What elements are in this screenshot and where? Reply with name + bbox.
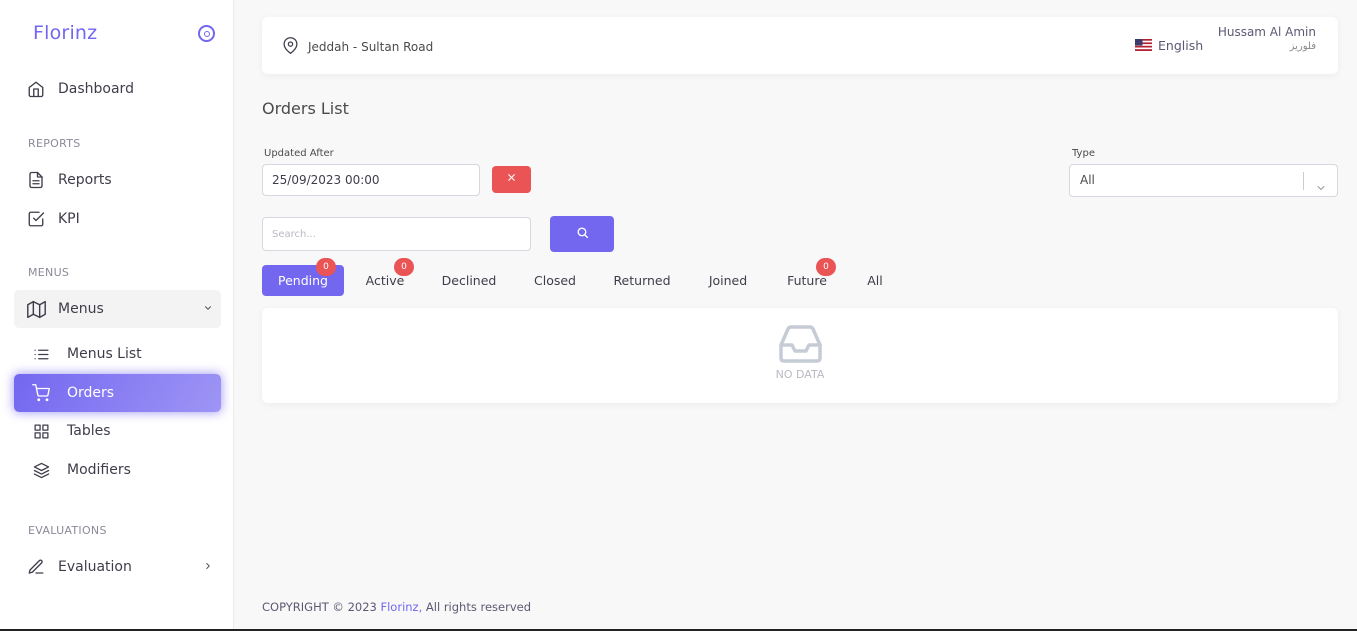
copyright-text: COPYRIGHT © 2023 — [262, 600, 381, 614]
map-pin-icon — [282, 36, 299, 59]
chevron-down-icon — [1315, 175, 1327, 206]
sidebar-item-label: Modifiers — [67, 462, 131, 478]
shopping-cart-icon — [31, 383, 51, 403]
collapse-toggle-icon[interactable] — [198, 25, 215, 42]
sidebar-item-menus-list[interactable]: Menus List — [14, 335, 221, 373]
section-menus: MENUS — [28, 266, 70, 279]
select-separator — [1303, 172, 1304, 190]
tab-all[interactable]: All — [862, 265, 888, 296]
map-icon — [26, 299, 46, 319]
file-text-icon — [26, 170, 46, 190]
type-label: Type — [1072, 148, 1095, 159]
clear-date-button[interactable] — [492, 166, 531, 193]
type-select[interactable]: All — [1069, 164, 1338, 197]
tab-joined[interactable]: Joined — [704, 265, 752, 296]
sidebar-item-label: KPI — [58, 211, 80, 227]
edit-pen-icon — [26, 557, 46, 577]
sidebar: Florinz Dashboard REPORTS Reports KPI ME… — [0, 0, 234, 631]
tab-returned[interactable]: Returned — [612, 265, 672, 296]
sidebar-item-label: Evaluation — [58, 559, 132, 575]
sidebar-item-tables[interactable]: Tables — [14, 412, 221, 450]
user-name[interactable]: Hussam Al Amin — [1218, 25, 1316, 39]
orders-empty-state: NO DATA — [262, 308, 1338, 403]
sidebar-item-label: Menus — [58, 301, 104, 317]
footer-brand-link[interactable]: Florinz, — [381, 600, 423, 614]
sidebar-item-orders[interactable]: Orders — [14, 374, 221, 412]
close-icon — [506, 172, 517, 187]
chevron-right-icon — [203, 561, 213, 574]
updated-after-label: Updated After — [264, 148, 334, 159]
active-count-badge: 0 — [394, 258, 414, 276]
sidebar-item-kpi[interactable]: KPI — [14, 200, 221, 238]
home-icon — [26, 79, 46, 99]
search-button[interactable] — [550, 216, 614, 252]
sidebar-item-label: Orders — [67, 385, 115, 401]
branch-location[interactable]: Jeddah - Sultan Road — [308, 40, 433, 54]
language-selector[interactable]: English — [1158, 38, 1203, 53]
sidebar-item-reports[interactable]: Reports — [14, 161, 221, 199]
section-evaluations: EVALUATIONS — [28, 524, 107, 537]
rights-text: All rights reserved — [422, 600, 532, 614]
sidebar-item-label: Dashboard — [58, 81, 134, 97]
updated-after-input[interactable]: 25/09/2023 00:00 — [262, 164, 480, 196]
inbox-icon — [778, 325, 823, 367]
type-selected-value: All — [1080, 173, 1095, 187]
pending-count-badge: 0 — [316, 258, 336, 276]
list-icon — [31, 344, 51, 364]
future-count-badge: 0 — [816, 258, 836, 276]
grid-icon — [31, 421, 51, 441]
footer: COPYRIGHT © 2023 Florinz, All rights res… — [262, 600, 531, 614]
sidebar-item-label: Menus List — [67, 346, 142, 362]
sidebar-item-evaluation[interactable]: Evaluation — [14, 548, 221, 586]
layers-icon — [31, 460, 51, 480]
sidebar-item-menus[interactable]: Menus — [14, 290, 221, 328]
sidebar-item-dashboard[interactable]: Dashboard — [14, 70, 221, 108]
no-data-text: NO DATA — [775, 368, 825, 381]
user-subtitle: فلوريز — [1289, 41, 1316, 52]
top-navbar: Jeddah - Sultan Road English Hussam Al A… — [262, 17, 1338, 74]
tab-closed[interactable]: Closed — [530, 265, 580, 296]
us-flag-icon[interactable] — [1135, 39, 1152, 51]
check-square-icon — [26, 209, 46, 229]
sidebar-item-modifiers[interactable]: Modifiers — [14, 451, 221, 489]
search-icon — [576, 226, 589, 243]
sidebar-item-label: Reports — [58, 172, 112, 188]
search-input[interactable] — [262, 217, 531, 251]
sidebar-item-label: Tables — [67, 423, 111, 439]
page-title: Orders List — [262, 99, 349, 118]
chevron-down-icon — [203, 303, 213, 316]
brand-logo[interactable]: Florinz — [33, 22, 97, 44]
section-reports: REPORTS — [28, 137, 81, 150]
tab-declined[interactable]: Declined — [440, 265, 498, 296]
